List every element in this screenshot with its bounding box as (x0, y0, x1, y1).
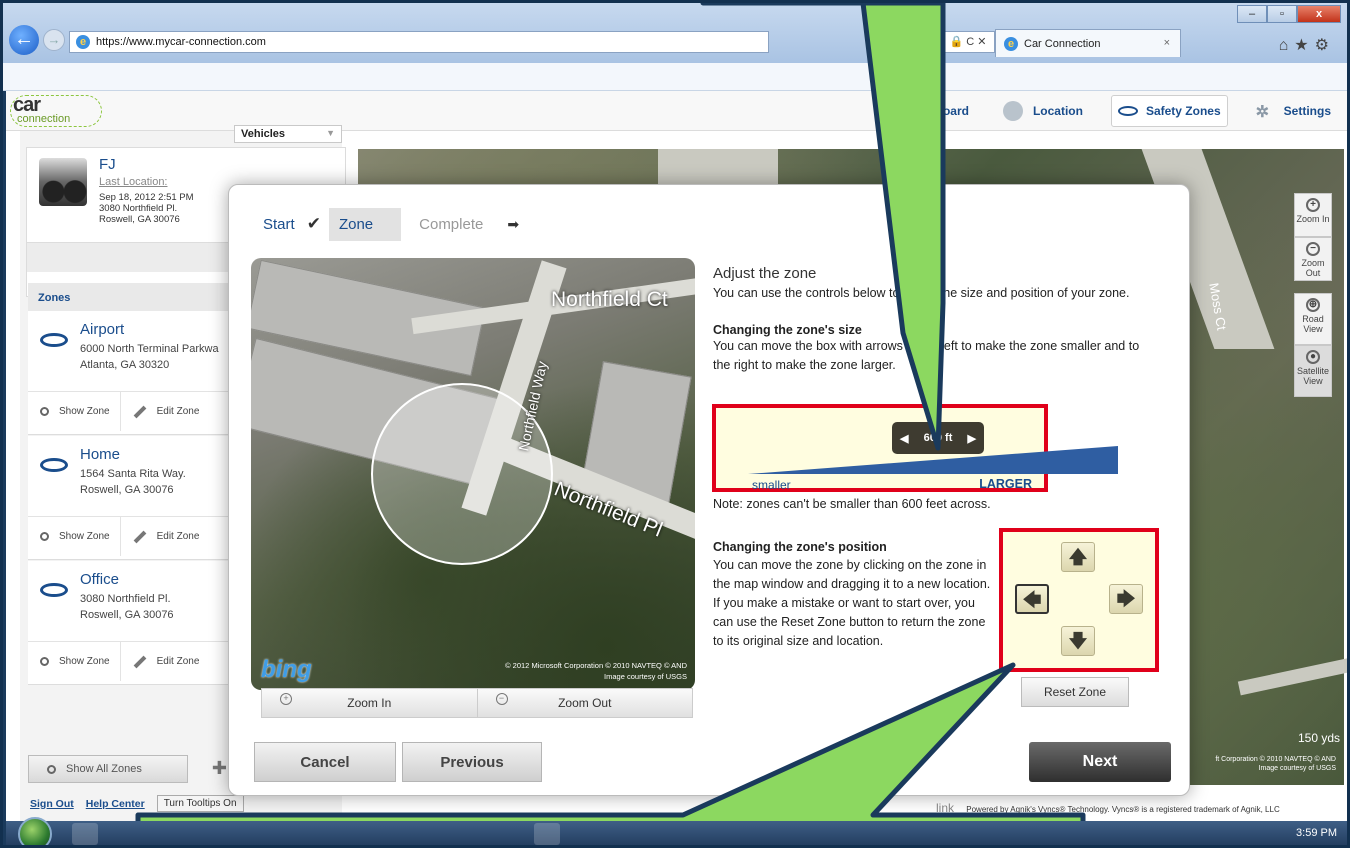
system-tray: 3:59 PM (1296, 827, 1337, 839)
clock[interactable]: 3:59 PM (1296, 827, 1337, 839)
browser-window: ← → e https://www.mycar-connection.com 🔒… (0, 0, 1350, 848)
windows-taskbar: 3:59 PM (6, 817, 1347, 845)
top-callout (700, 3, 946, 451)
annotation-callouts (135, 3, 1086, 845)
start-button[interactable] (18, 817, 52, 845)
taskbar-app-icon[interactable] (534, 823, 560, 845)
taskbar-ie-icon[interactable] (72, 823, 98, 845)
